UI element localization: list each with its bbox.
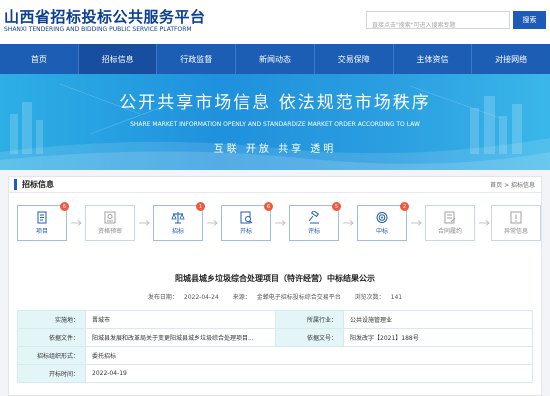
contract-icon (444, 211, 456, 224)
step-label: 评标 (307, 228, 320, 235)
banner-subtitle: SHARE MARKET INFORMATION OPENLY AND STAN… (130, 121, 420, 128)
table-key: 所属行业： (275, 310, 344, 329)
step-label: 项目 (35, 228, 48, 235)
site-logo-subtitle: SHANXI TENDERING AND BIDDING PUBLIC SERV… (4, 26, 192, 33)
step-contract[interactable]: 合同履约 (425, 205, 475, 241)
step-label: 资格预审 (97, 228, 122, 235)
step-arrow-icon (479, 220, 490, 226)
step-bid-opening[interactable]: 开标 6 (221, 202, 273, 241)
tender-info-panel: 招标信息 首页 > 招标信息 项目 6 资格预审 招标 1 开标 6 评标 5 … (8, 176, 542, 396)
step-count-badge: 5 (332, 202, 341, 211)
step-tender[interactable]: 招标 1 (153, 202, 205, 241)
views-label: 浏览次数： (354, 294, 385, 301)
table-key: 依据文件： (17, 328, 86, 347)
notice-title: 阳城县城乡垃圾综合处理项目（特许经营）中标结果公示 (175, 274, 375, 283)
nav-item-tender-info[interactable]: 招标信息 (78, 44, 158, 74)
table-key: 实施地： (17, 310, 86, 329)
panel-title: 招标信息 (14, 179, 54, 190)
notice-meta: 发布日期： 2022-04-24 来源： 金蝉电子招标投标综合交易平台 浏览次数： 1… (9, 292, 541, 301)
gavel-icon (308, 211, 320, 224)
banner-slogan: 公开共享市场信息 依法规范市场秩序 (119, 93, 431, 113)
hero-banner: 公开共享市场信息 依法规范市场秩序 SHARE MARKET INFORMATI… (0, 74, 550, 170)
source-label: 来源： (232, 294, 251, 301)
nav-item-home[interactable]: 首页 (0, 44, 79, 74)
site-logo-title[interactable]: 山西省招标投标公共服务平台 (4, 6, 206, 27)
step-count-badge: 6 (264, 202, 273, 211)
scale-icon (171, 212, 185, 224)
step-label: 开标 (239, 228, 252, 235)
table-value: 阳城县发展和改革局关于变更阳城县城乡垃圾综合处理项目... (85, 328, 276, 347)
publish-date: 发布日期： 2022-04-24 (145, 294, 222, 301)
table-key: 依据文号： (275, 328, 344, 347)
step-label: 异常信息 (503, 228, 528, 235)
table-value: 晋城市 (85, 310, 276, 329)
notice-source: 来源： 金蝉电子招标投标综合交易平台 (230, 294, 344, 301)
step-label: 招标 (171, 228, 184, 235)
qualification-icon (104, 211, 116, 224)
step-arrow-icon (275, 220, 286, 226)
target-icon (376, 212, 388, 223)
step-evaluation[interactable]: 评标 5 (289, 202, 341, 241)
table-row: 实施地： 晋城市 所属行业： 公共设施管理业 (17, 310, 533, 329)
step-prequalification[interactable]: 资格预审 (85, 205, 135, 241)
main-nav: 首页 招标信息 行政监督 新闻动态 交易保障 主体资信 对接网络 (0, 44, 550, 74)
step-project[interactable]: 项目 6 (17, 202, 69, 241)
step-label: 合同履约 (437, 228, 462, 235)
search-button[interactable]: 搜索 (513, 11, 546, 29)
table-key: 招标组织形式： (17, 346, 86, 365)
view-count: 浏览次数： 141 (352, 294, 405, 301)
site-header: 山西省招标投标公共服务平台 SHANXI TENDERING AND BIDDI… (0, 0, 550, 44)
nav-item-supervision[interactable]: 行政监督 (157, 44, 237, 74)
views-value: 141 (390, 294, 403, 301)
step-arrow-icon (139, 220, 150, 226)
table-row: 依据文件： 阳城县发展和改革局关于变更阳城县城乡垃圾综合处理项目... 依据文号… (17, 328, 533, 347)
publish-date-label: 发布日期： (147, 294, 178, 301)
step-count-badge: 6 (60, 202, 69, 211)
step-award[interactable]: 中标 2 (357, 202, 409, 241)
banner-keywords: 互联 开放 共享 透明 (213, 144, 337, 155)
table-value: 阳发改字【2021】188号 (343, 328, 533, 347)
step-label: 中标 (375, 228, 388, 235)
step-count-badge: 1 (196, 202, 205, 211)
notice-info-table: 实施地： 晋城市 所属行业： 公共设施管理业 依据文件： 阳城县发展和改革局关于… (17, 310, 533, 383)
table-row: 开标时间： 2022-04-19 (17, 364, 533, 383)
nav-item-news[interactable]: 新闻动态 (236, 44, 315, 74)
step-arrow-icon (71, 220, 82, 226)
step-count-badge: 2 (400, 202, 409, 211)
table-value: 2022-04-19 (85, 364, 533, 383)
step-exception[interactable]: 异常信息 (491, 205, 541, 241)
warning-icon (510, 211, 522, 224)
step-arrow-icon (411, 220, 422, 226)
nav-item-trade-guarantee[interactable]: 交易保障 (315, 44, 394, 74)
process-steps: 项目 6 资格预审 招标 1 开标 6 评标 5 中标 2 合同履约 异常信息 (9, 202, 541, 247)
breadcrumb[interactable]: 首页 > 招标信息 (490, 180, 535, 189)
nav-item-network[interactable]: 对接网络 (472, 44, 550, 74)
step-arrow-icon (343, 220, 354, 226)
table-row: 招标组织形式： 委托招标 (17, 346, 533, 365)
publish-date-value: 2022-04-24 (183, 294, 219, 301)
search-box (366, 11, 510, 34)
table-value: 公共设施管理业 (343, 310, 533, 329)
search-input[interactable] (367, 17, 509, 34)
bid-opening-icon (240, 211, 253, 224)
nav-item-credit[interactable]: 主体资信 (394, 44, 473, 74)
table-value: 委托招标 (85, 346, 533, 365)
document-icon (37, 211, 47, 224)
source-value: 金蝉电子招标投标综合交易平台 (256, 294, 341, 301)
panel-header: 招标信息 首页 > 招标信息 (9, 177, 541, 193)
table-key: 开标时间： (17, 364, 86, 383)
step-arrow-icon (207, 220, 218, 226)
